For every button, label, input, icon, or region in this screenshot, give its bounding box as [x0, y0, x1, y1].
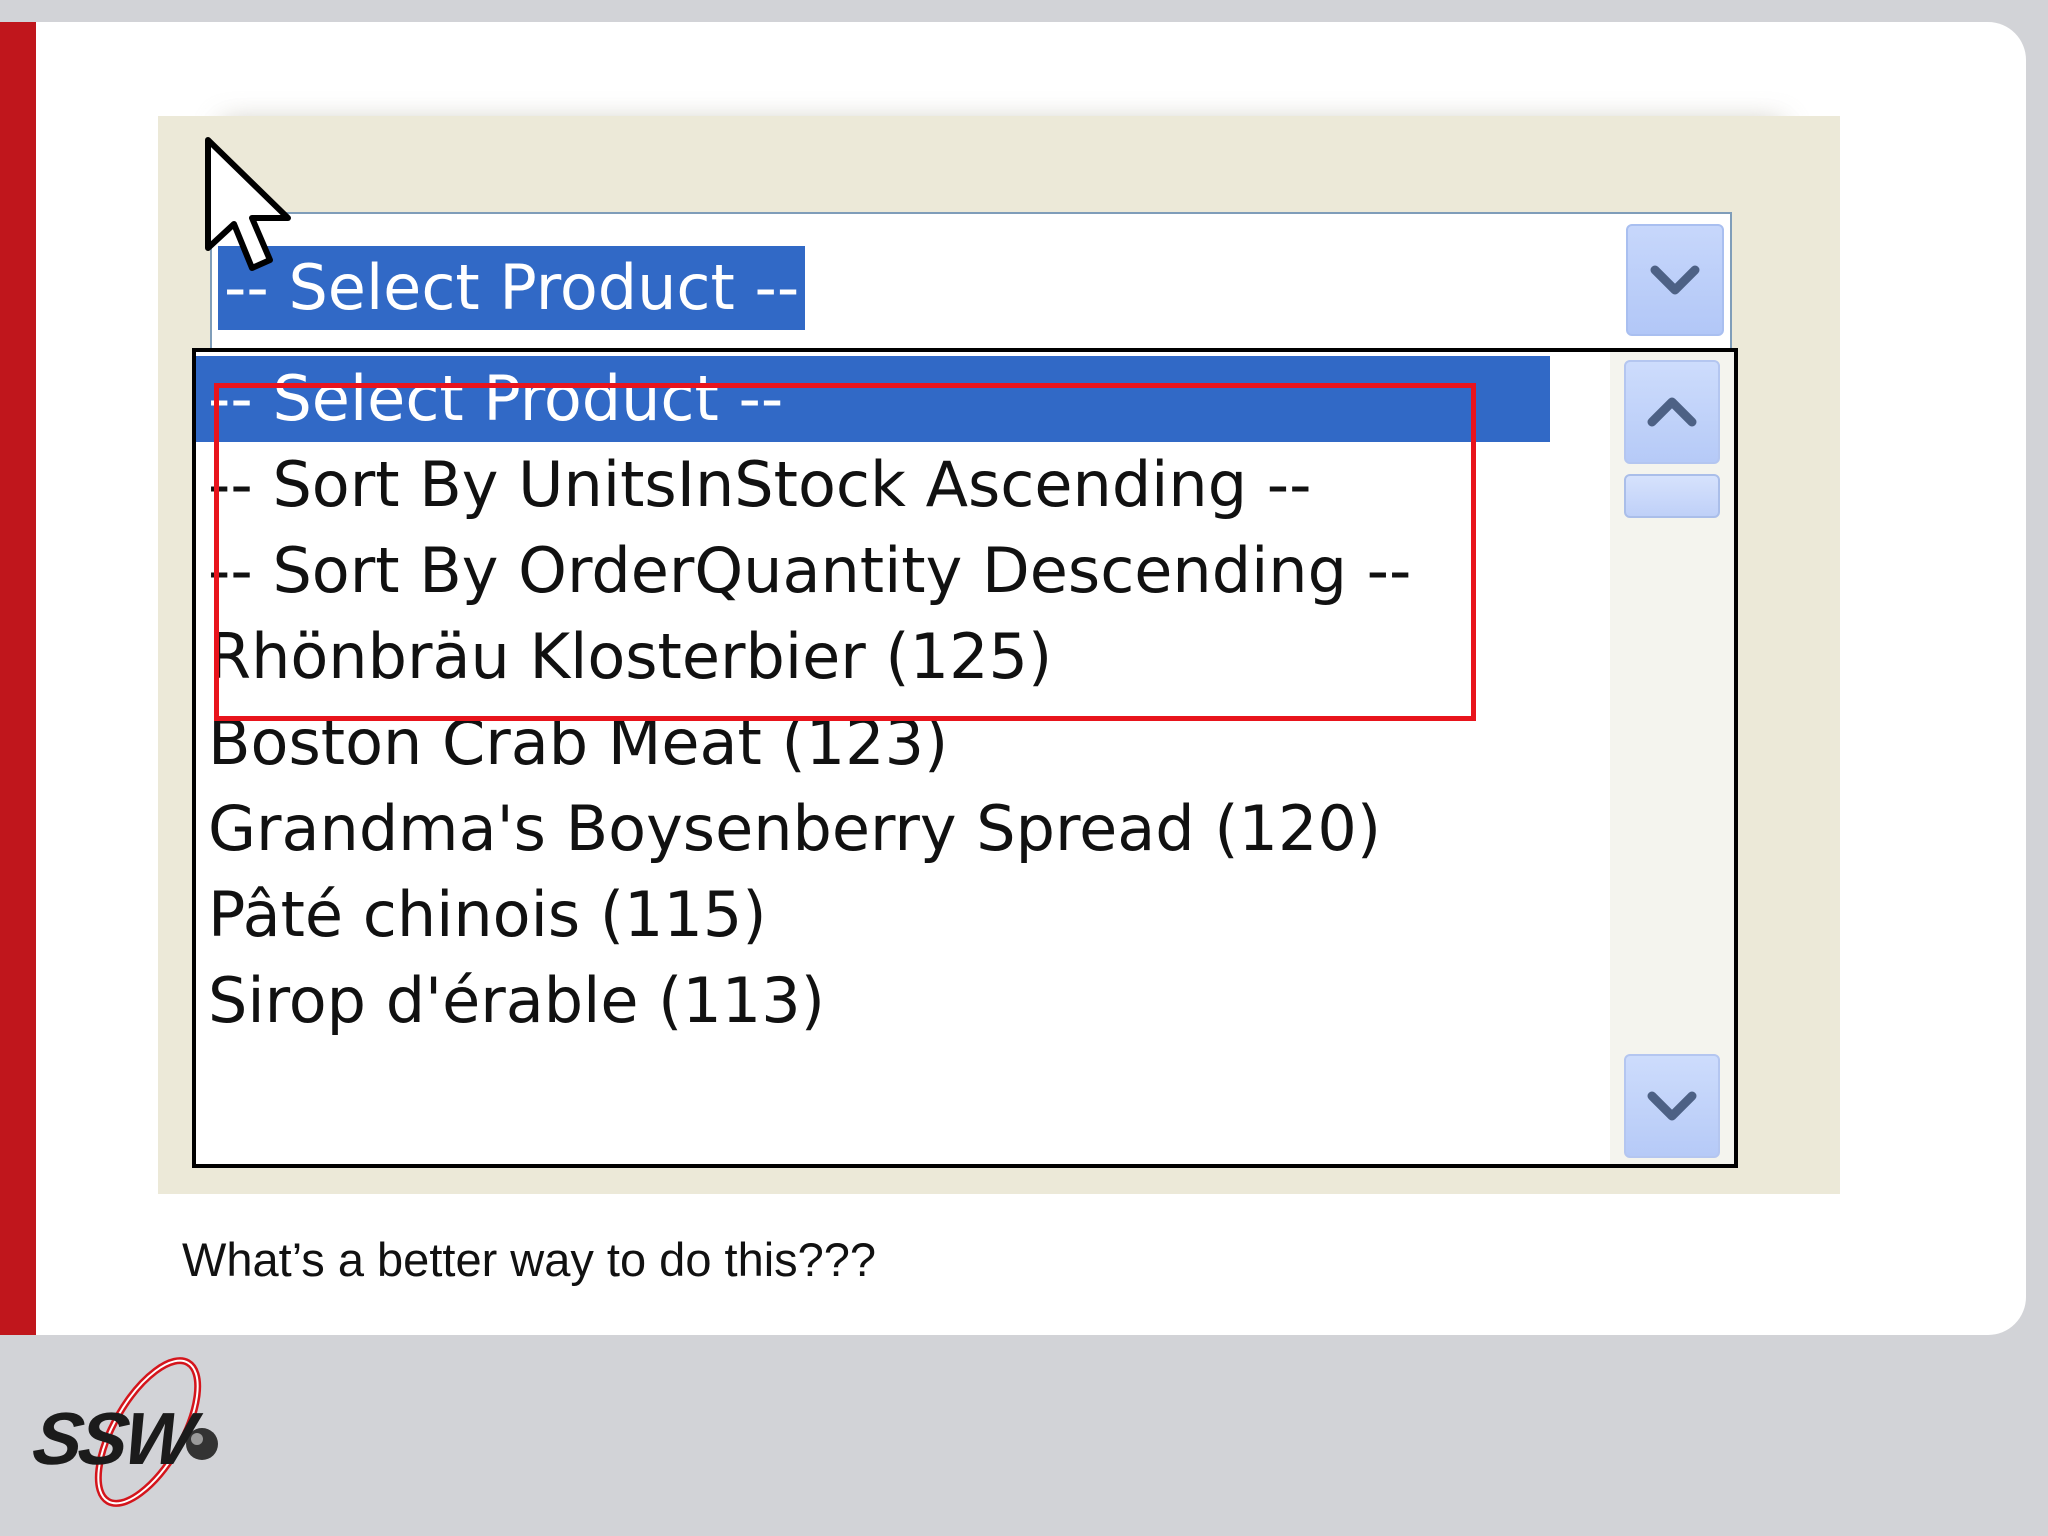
chevron-up-icon — [1647, 397, 1697, 427]
scrollbar-thumb[interactable] — [1624, 474, 1720, 518]
slide-accent-bar — [0, 22, 36, 1335]
dropdown-option[interactable]: Grandma's Boysenberry Spread (120) — [196, 786, 1550, 872]
chevron-down-icon — [1650, 265, 1700, 295]
dropdown-items: -- Select Product -- -- Sort By UnitsInS… — [196, 356, 1550, 1044]
arrow-cursor-icon — [205, 137, 291, 271]
dropdown-scrollbar[interactable] — [1610, 352, 1734, 1164]
product-dropdown-screenshot: -- Select Product -- -- Select Product -… — [158, 116, 1840, 1194]
dropdown-option[interactable]: -- Sort By OrderQuantity Descending -- — [196, 528, 1550, 614]
scroll-up-button[interactable] — [1624, 360, 1720, 464]
scroll-down-button[interactable] — [1624, 1054, 1720, 1158]
ssw-logo-text: SSW — [28, 1397, 197, 1480]
dropdown-option[interactable]: Boston Crab Meat (123) — [196, 700, 1550, 786]
ssw-logo: SSW — [26, 1350, 246, 1520]
dropdown-option[interactable]: -- Sort By UnitsInStock Ascending -- — [196, 442, 1550, 528]
combo-selected-value: -- Select Product -- — [218, 246, 806, 330]
dropdown-option[interactable]: Pâté chinois (115) — [196, 872, 1550, 958]
dropdown-option[interactable]: Rhönbräu Klosterbier (125) — [196, 614, 1550, 700]
chevron-down-icon — [1647, 1091, 1697, 1121]
dropdown-option[interactable]: Sirop d'érable (113) — [196, 958, 1550, 1044]
dropdown-option[interactable]: -- Select Product -- — [196, 356, 1550, 442]
slide-caption: What’s a better way to do this??? — [182, 1233, 877, 1286]
product-combo-box[interactable]: -- Select Product -- — [210, 212, 1732, 354]
combo-dropdown-button[interactable] — [1626, 224, 1724, 336]
product-dropdown-list[interactable]: -- Select Product -- -- Sort By UnitsInS… — [192, 348, 1738, 1168]
